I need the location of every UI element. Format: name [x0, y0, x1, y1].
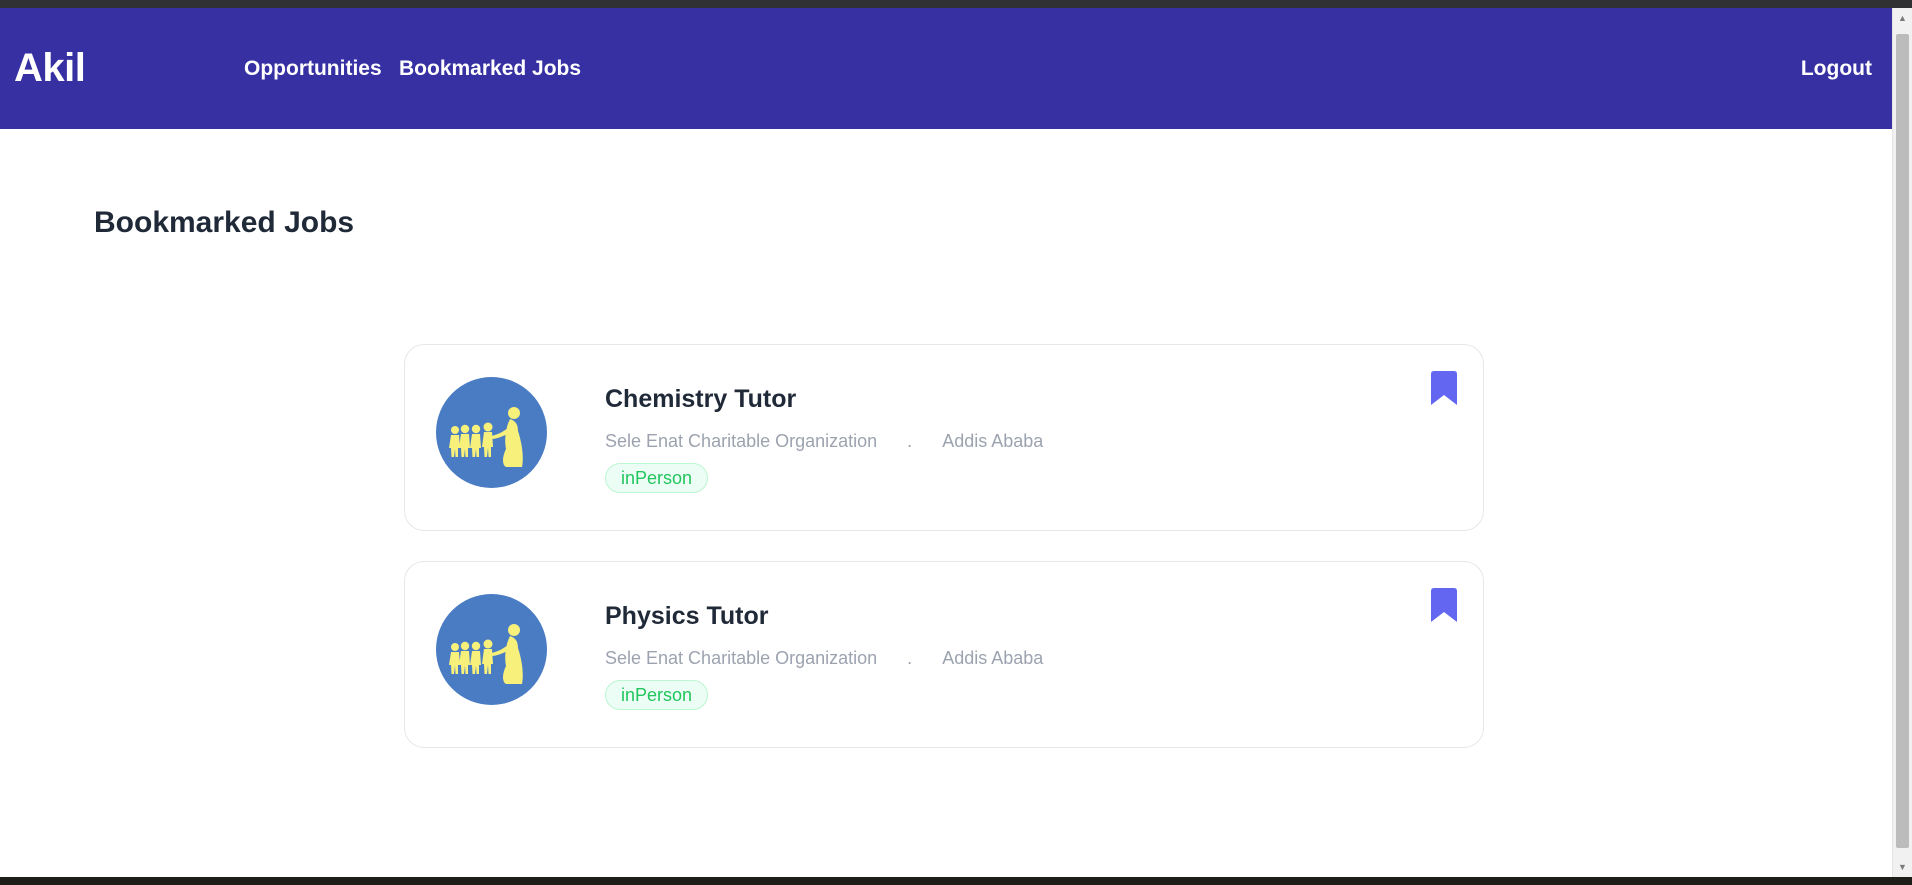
job-title[interactable]: Physics Tutor — [605, 602, 768, 631]
scrollbar-thumb[interactable] — [1896, 34, 1909, 848]
bookmark-icon[interactable] — [1431, 371, 1457, 405]
job-meta: Sele Enat Charitable Organization. Addis … — [605, 649, 1043, 667]
job-location: Addis Ababa — [942, 431, 1044, 451]
job-card[interactable]: Chemistry Tutor Sele Enat Charitable Org… — [404, 344, 1484, 531]
job-meta: Sele Enat Charitable Organization. Addis … — [605, 432, 1043, 450]
job-card[interactable]: Physics Tutor Sele Enat Charitable Organ… — [404, 561, 1484, 748]
job-type-tag: inPerson — [605, 680, 709, 710]
organization-logo — [436, 377, 547, 488]
job-organization: Sele Enat Charitable Organization — [605, 648, 878, 668]
job-type-tag: inPerson — [605, 463, 709, 493]
scroll-down-arrow-icon[interactable]: ▼ — [1893, 859, 1912, 875]
meta-separator: . — [907, 431, 913, 451]
brand-logo[interactable]: Akil — [14, 48, 86, 88]
job-location: Addis Ababa — [942, 648, 1044, 668]
browser-top-edge — [0, 0, 1912, 8]
job-organization: Sele Enat Charitable Organization — [605, 431, 878, 451]
browser-bottom-edge — [0, 877, 1912, 885]
bookmark-icon[interactable] — [1431, 588, 1457, 622]
vertical-scrollbar[interactable]: ▲ ▼ — [1892, 8, 1912, 877]
job-list: Chemistry Tutor Sele Enat Charitable Org… — [404, 344, 1484, 778]
scroll-up-arrow-icon[interactable]: ▲ — [1893, 10, 1912, 26]
navbar: Akil Opportunities Bookmarked Jobs Logou… — [0, 8, 1892, 129]
logout-button[interactable]: Logout — [1801, 58, 1872, 79]
job-title[interactable]: Chemistry Tutor — [605, 385, 796, 414]
nav-link-bookmarked-jobs[interactable]: Bookmarked Jobs — [399, 58, 581, 79]
meta-separator: . — [907, 648, 913, 668]
nav-link-opportunities[interactable]: Opportunities — [244, 58, 382, 79]
page-title: Bookmarked Jobs — [94, 206, 355, 239]
organization-logo — [436, 594, 547, 705]
